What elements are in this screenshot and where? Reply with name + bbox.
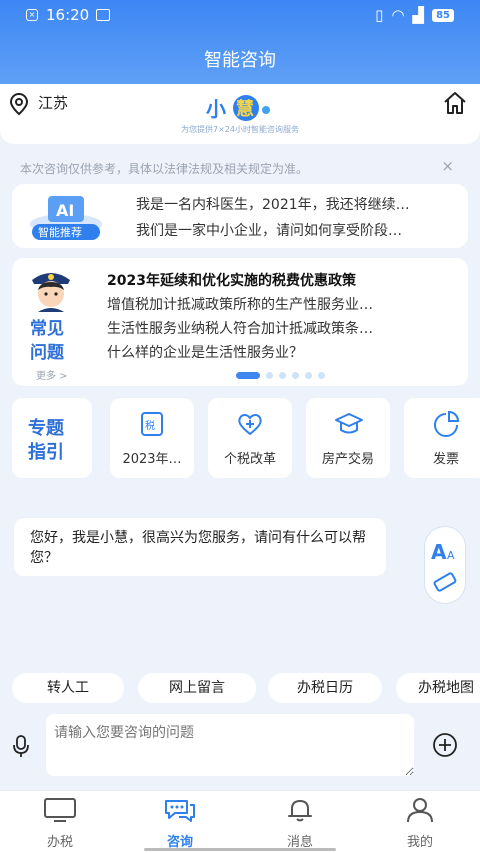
faq-question[interactable]: 什么样的企业是生活性服务业？ bbox=[107, 342, 447, 362]
topic-label: 房产交易 bbox=[321, 452, 374, 467]
svg-text:A: A bbox=[431, 540, 447, 564]
location-pin-icon[interactable] bbox=[8, 92, 30, 116]
status-time: 16:20 bbox=[46, 6, 90, 24]
tax-officer-mascot-icon bbox=[32, 273, 70, 312]
topic-guide-label: 专题 指引 bbox=[12, 398, 92, 478]
topic-guide-text: 专题 bbox=[28, 418, 64, 439]
wifi-icon: ◠ bbox=[391, 6, 405, 24]
tab-tax-handling[interactable]: 办税 bbox=[20, 797, 100, 850]
chat-bubbles-icon bbox=[165, 800, 195, 822]
transfer-to-agent-button[interactable]: 转人工 bbox=[12, 673, 124, 703]
side-tools-icons: A A bbox=[431, 540, 457, 592]
logo-char-xiao: 小 bbox=[206, 97, 226, 121]
status-bar: × 16:20 ▯ ◠ ▟ 85 bbox=[0, 0, 480, 30]
topic-property[interactable]: 房产交易 bbox=[306, 398, 390, 478]
microphone-icon[interactable] bbox=[12, 734, 30, 758]
topic-invoice[interactable]: 发票 bbox=[404, 398, 480, 478]
close-notification-icon: × bbox=[26, 9, 38, 21]
person-icon bbox=[407, 798, 433, 823]
tax-calendar-button[interactable]: 办税日历 bbox=[268, 673, 382, 703]
bot-greeting-bubble: 您好，我是小慧，很高兴为您服务，请问有什么可以帮您？ bbox=[14, 518, 386, 576]
faq-more-link[interactable]: 更多 > bbox=[36, 367, 68, 382]
input-bar bbox=[0, 708, 480, 790]
faq-label: 问题 bbox=[30, 343, 64, 363]
font-size-icon[interactable]: A A bbox=[431, 540, 455, 564]
region-label[interactable]: 江苏 bbox=[38, 92, 68, 113]
side-tools: A A bbox=[424, 526, 466, 604]
close-notice-icon[interactable]: × bbox=[441, 157, 454, 175]
xiaohui-logo: 小 慧 bbox=[204, 90, 276, 128]
ai-recommend-icon: AI 智能推荐 bbox=[30, 196, 102, 240]
faq-question[interactable]: 增值税加计抵减政策所称的生产性服务业… bbox=[107, 294, 447, 314]
message-notification-icon bbox=[96, 9, 110, 21]
quick-actions: 转人工 网上留言 办税日历 办税地图 bbox=[0, 668, 480, 708]
bell-icon bbox=[288, 800, 312, 822]
vibrate-icon: ▯ bbox=[375, 6, 384, 24]
smart-recommend-card: AI 智能推荐 我是一名内科医生，2021年，我还将继续… 我们是一家中小企业，… bbox=[12, 184, 468, 248]
online-message-button[interactable]: 网上留言 bbox=[138, 673, 256, 703]
logo-slogan: 为您提供7×24小时智能咨询服务 bbox=[181, 125, 299, 134]
home-icon[interactable] bbox=[442, 90, 468, 116]
tab-label: 我的 bbox=[406, 835, 433, 850]
smart-recommend-badge: 智能推荐 bbox=[38, 225, 82, 239]
graduation-cap-icon bbox=[335, 413, 363, 434]
topic-2023[interactable]: 税 2023年… bbox=[110, 398, 194, 478]
pie-chart-icon bbox=[434, 410, 460, 437]
faq-title[interactable]: 2023年延续和优化实施的税费优惠政策 bbox=[107, 270, 356, 290]
recommend-question[interactable]: 我是一名内科医生，2021年，我还将继续… bbox=[136, 194, 454, 214]
faq-card: 常见 问题 更多 > 2023年延续和优化实施的税费优惠政策 增值税加计抵减政策… bbox=[12, 258, 468, 386]
tax-document-icon: 税 bbox=[141, 412, 163, 436]
tab-label: 办税 bbox=[46, 835, 73, 850]
question-input[interactable] bbox=[46, 714, 414, 776]
svg-text:A: A bbox=[447, 549, 455, 562]
heart-plus-icon bbox=[238, 414, 262, 436]
topic-label: 发票 bbox=[432, 452, 459, 467]
carousel-dot[interactable] bbox=[266, 372, 273, 379]
disclaimer-notice: 本次咨询仅供参考，具体以法律法规及相关规定为准。 bbox=[20, 162, 309, 176]
home-indicator bbox=[144, 848, 336, 851]
battery-indicator: 85 bbox=[432, 8, 454, 22]
tab-consult[interactable]: 咨询 bbox=[140, 797, 220, 850]
header: × 16:20 ▯ ◠ ▟ 85 智能咨询 bbox=[0, 0, 480, 84]
page-title: 智能咨询 bbox=[204, 50, 276, 71]
tab-messages[interactable]: 消息 bbox=[260, 797, 340, 850]
location-bar: 江苏 小 慧 为您提供7×24小时智能咨询服务 bbox=[0, 84, 480, 144]
faq-label: 常见 bbox=[30, 319, 64, 339]
signal-icon: ▟ bbox=[412, 6, 425, 24]
logo-char-hui: 慧 bbox=[236, 98, 254, 120]
topic-guide-row: 专题 指引 税 2023年… 个税改革 房产交易 发票 bbox=[12, 398, 480, 480]
carousel-dot[interactable] bbox=[318, 372, 325, 379]
eraser-icon[interactable] bbox=[433, 572, 457, 592]
faq-question[interactable]: 生活性服务业纳税人符合加计抵减政策条… bbox=[107, 318, 447, 338]
carousel-dot[interactable] bbox=[292, 372, 299, 379]
carousel-dot[interactable] bbox=[279, 372, 286, 379]
add-icon[interactable] bbox=[432, 732, 458, 758]
bottom-tab-bar: 办税 咨询 消息 我的 bbox=[0, 790, 480, 853]
tab-mine[interactable]: 我的 bbox=[380, 797, 460, 850]
svg-text:税: 税 bbox=[145, 419, 155, 432]
carousel-dot[interactable] bbox=[236, 372, 260, 379]
carousel-indicator bbox=[236, 372, 325, 379]
topic-personal-tax[interactable]: 个税改革 bbox=[208, 398, 292, 478]
topic-guide-text: 指引 bbox=[28, 442, 64, 463]
topic-label: 2023年… bbox=[122, 452, 182, 467]
monitor-icon bbox=[44, 798, 76, 822]
svg-text:AI: AI bbox=[56, 201, 74, 220]
recommend-question[interactable]: 我们是一家中小企业，请问如何享受阶段… bbox=[136, 220, 454, 240]
tax-map-button[interactable]: 办税地图 bbox=[396, 673, 480, 703]
topic-label: 个税改革 bbox=[223, 452, 276, 467]
carousel-dot[interactable] bbox=[305, 372, 312, 379]
